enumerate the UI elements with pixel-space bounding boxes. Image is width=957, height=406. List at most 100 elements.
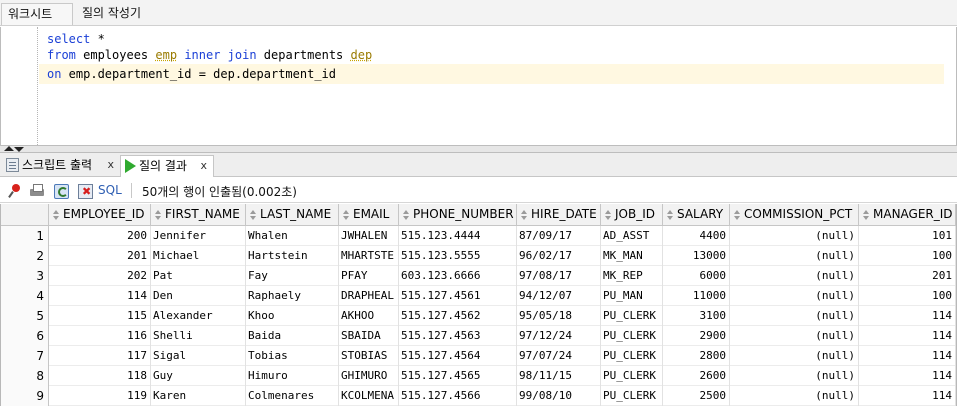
table-cell[interactable]: 2900 [663,326,730,346]
sort-icon[interactable] [403,210,409,220]
table-cell[interactable]: 2600 [663,366,730,386]
column-header-employee-id[interactable]: EMPLOYEE_ID [49,204,151,226]
table-cell[interactable]: 3100 [663,306,730,326]
table-cell[interactable]: Michael [151,246,246,266]
table-cell[interactable]: 87/09/17 [517,226,601,246]
table-cell[interactable]: 114 [859,366,956,386]
table-cell[interactable]: PU_CLERK [601,306,663,326]
table-cell[interactable]: 119 [49,386,151,406]
table-cell[interactable]: 116 [49,326,151,346]
table-cell[interactable]: MHARTSTE [339,246,399,266]
table-cell[interactable]: PU_CLERK [601,326,663,346]
table-cell[interactable]: 118 [49,366,151,386]
sort-icon[interactable] [734,210,740,220]
table-cell[interactable]: DRAPHEAL [339,286,399,306]
table-cell[interactable]: Guy [151,366,246,386]
sql-button[interactable]: SQL [98,183,122,197]
sort-icon[interactable] [53,210,59,220]
column-header-email[interactable]: EMAIL [339,204,399,226]
table-cell[interactable]: 114 [859,386,956,406]
table-row[interactable]: 4 114 Den Raphaely DRAPHEAL 515.127.4561 94/12… [1,286,956,306]
column-header-last-name[interactable]: LAST_NAME [246,204,339,226]
column-header-manager-id[interactable]: MANAGER_ID [859,204,956,226]
table-cell[interactable]: PU_CLERK [601,366,663,386]
table-cell[interactable]: PFAY [339,266,399,286]
sort-icon[interactable] [521,210,527,220]
table-row[interactable]: 3 202 Pat Fay PFAY 603.123.6666 97/08/17 MK_REP… [1,266,956,286]
table-cell[interactable]: 2500 [663,386,730,406]
table-cell[interactable]: 202 [49,266,151,286]
refresh-icon[interactable] [53,183,69,199]
table-row[interactable]: 8 118 Guy Himuro GHIMURO 515.127.4565 98/11/15… [1,366,956,386]
sort-icon[interactable] [343,210,349,220]
table-cell[interactable]: 200 [49,226,151,246]
table-cell[interactable]: 515.127.4565 [399,366,517,386]
table-cell[interactable]: Colmenares [246,386,339,406]
table-cell[interactable]: Raphaely [246,286,339,306]
column-header-commission-pct[interactable]: COMMISSION_PCT [730,204,859,226]
table-cell[interactable]: Sigal [151,346,246,366]
table-cell[interactable]: 515.127.4566 [399,386,517,406]
table-cell[interactable]: Alexander [151,306,246,326]
table-cell[interactable]: (null) [730,266,859,286]
table-row[interactable]: 1 200 Jennifer Whalen JWHALEN 515.123.4444 87/… [1,226,956,246]
table-cell[interactable]: 97/07/24 [517,346,601,366]
sort-icon[interactable] [250,210,256,220]
tab-query-result[interactable]: 질의 결과 x [120,155,214,177]
table-cell[interactable]: 2800 [663,346,730,366]
table-cell[interactable]: Karen [151,386,246,406]
table-cell[interactable]: 114 [859,346,956,366]
close-query-result-icon[interactable]: x [200,156,207,176]
table-cell[interactable]: 515.127.4564 [399,346,517,366]
table-cell[interactable]: 98/11/15 [517,366,601,386]
table-cell[interactable]: 97/12/24 [517,326,601,346]
table-cell[interactable]: (null) [730,246,859,266]
sort-icon[interactable] [605,210,611,220]
table-cell[interactable]: 115 [49,306,151,326]
table-row[interactable]: 6 116 Shelli Baida SBAIDA 515.127.4563 97/12/2… [1,326,956,346]
table-row[interactable]: 7 117 Sigal Tobias STOBIAS 515.127.4564 97/07/… [1,346,956,366]
table-cell[interactable]: 95/05/18 [517,306,601,326]
table-cell[interactable]: 201 [859,266,956,286]
close-script-output-icon[interactable]: x [107,155,114,175]
table-cell[interactable]: 515.123.5555 [399,246,517,266]
column-header-job-id[interactable]: JOB_ID [601,204,663,226]
table-cell[interactable]: Shelli [151,326,246,346]
table-cell[interactable]: 100 [859,286,956,306]
table-row[interactable]: 5 115 Alexander Khoo AKHOO 515.127.4562 95/05/… [1,306,956,326]
table-cell[interactable]: Khoo [246,306,339,326]
sql-editor[interactable]: select * from employees emp inner join d… [0,27,957,145]
print-icon[interactable] [29,183,45,199]
column-header-phone-number[interactable]: PHONE_NUMBER [399,204,517,226]
table-cell[interactable]: Den [151,286,246,306]
collapse-down-icon[interactable] [14,147,24,152]
sort-icon[interactable] [155,210,161,220]
table-cell[interactable]: SBAIDA [339,326,399,346]
table-cell[interactable]: Fay [246,266,339,286]
column-header-hire-date[interactable]: HIRE_DATE [517,204,601,226]
table-cell[interactable]: (null) [730,386,859,406]
tab-worksheet[interactable]: 워크시트 [1,3,73,25]
table-cell[interactable]: 101 [859,226,956,246]
code-line[interactable]: from employees emp inner join department… [39,45,944,65]
table-cell[interactable]: Whalen [246,226,339,246]
table-cell[interactable]: 13000 [663,246,730,266]
table-cell[interactable]: (null) [730,346,859,366]
table-cell[interactable]: STOBIAS [339,346,399,366]
table-cell[interactable]: 201 [49,246,151,266]
table-cell[interactable]: AD_ASST [601,226,663,246]
table-cell[interactable]: Tobias [246,346,339,366]
table-row[interactable]: 2 201 Michael Hartstein MHARTSTE 515.123.5555… [1,246,956,266]
table-cell[interactable]: (null) [730,326,859,346]
table-cell[interactable]: AKHOO [339,306,399,326]
table-cell[interactable]: GHIMURO [339,366,399,386]
table-cell[interactable]: 96/02/17 [517,246,601,266]
column-header-first-name[interactable]: FIRST_NAME [151,204,246,226]
table-cell[interactable]: 117 [49,346,151,366]
table-cell[interactable]: (null) [730,286,859,306]
table-cell[interactable]: (null) [730,366,859,386]
table-cell[interactable]: MK_REP [601,266,663,286]
tab-query-builder[interactable]: 질의 작성기 [76,3,147,25]
table-cell[interactable]: 114 [859,306,956,326]
table-cell[interactable]: 515.123.4444 [399,226,517,246]
